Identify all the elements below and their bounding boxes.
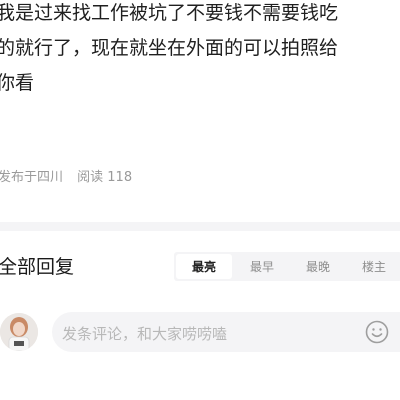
- tab-latest[interactable]: 最晚: [290, 252, 346, 281]
- smiley-face-icon[interactable]: [365, 320, 389, 344]
- post-location: 发布于四川: [0, 170, 64, 185]
- tab-op-only[interactable]: 楼主: [346, 252, 400, 281]
- section-divider: [0, 222, 400, 231]
- post-line-1: 我是过来找工作被坑了不要钱不需要钱吃: [0, 2, 339, 24]
- avatar-image: [0, 313, 38, 351]
- comment-placeholder: 发条评论，和大家唠唠嗑: [62, 325, 228, 343]
- post-line-3: 你看: [0, 72, 35, 94]
- post-line-2: 的就行了，现在就坐在外面的可以拍照给: [0, 37, 339, 59]
- post-content: 我是过来找工作被坑了不要钱不需要钱吃 的就行了，现在就坐在外面的可以拍照给 你看: [0, 0, 400, 101]
- tab-brightest[interactable]: 最亮: [176, 254, 232, 279]
- replies-heading: 全部回复: [0, 256, 75, 278]
- reply-sort-tabs: 最亮 最早 最晚 楼主: [174, 252, 400, 281]
- post-meta: 发布于四川 阅读 118: [0, 166, 142, 185]
- avatar[interactable]: [0, 313, 38, 351]
- tab-earliest[interactable]: 最早: [234, 252, 290, 281]
- read-count: 阅读 118: [77, 170, 133, 185]
- comment-input[interactable]: 发条评论，和大家唠唠嗑: [52, 312, 400, 352]
